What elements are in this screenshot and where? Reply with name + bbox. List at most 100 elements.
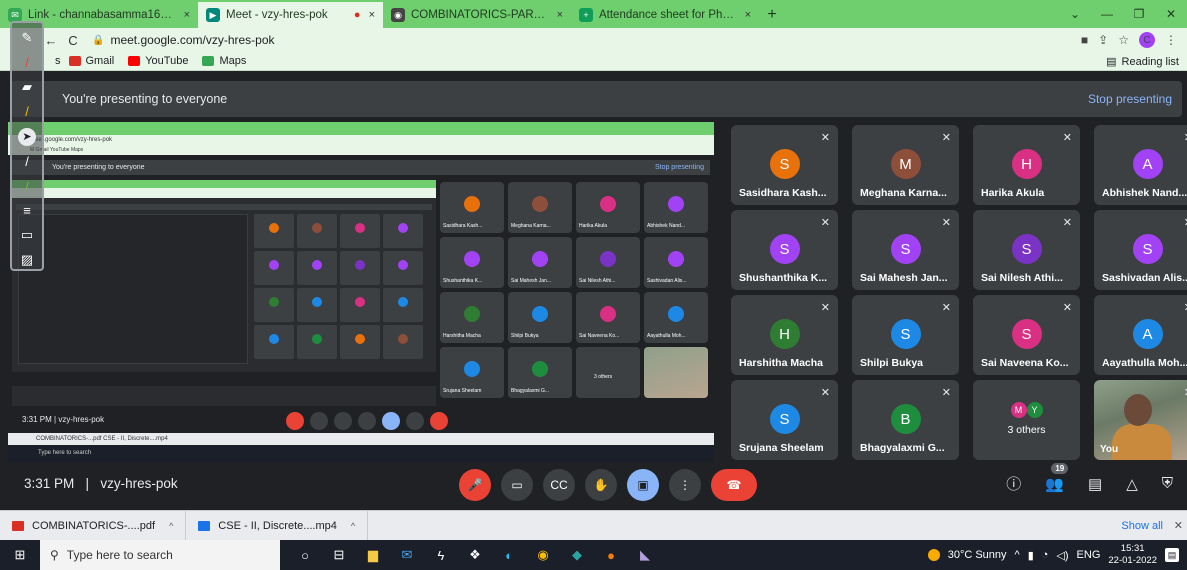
app-icon-purple[interactable]: ◣	[634, 544, 656, 566]
menu-kebab-icon[interactable]: ⋮	[1165, 33, 1177, 47]
participant-tile[interactable]: ✕ S Srujana Sheelam	[731, 380, 838, 460]
tab-meet[interactable]: ▶ Meet - vzy-hres-pok ● ×	[198, 2, 383, 28]
participant-tile[interactable]: ✕ S Shushanthika K...	[731, 210, 838, 290]
dropbox-icon[interactable]: ❖	[464, 544, 486, 566]
bookmark-gmail[interactable]: Gmail	[68, 55, 114, 67]
download-item-pdf[interactable]: COMBINATORICS-....pdf ^	[0, 510, 187, 541]
windows-start-icon[interactable]: ⊞	[0, 540, 40, 570]
tab-search-icon[interactable]: ⌄	[1059, 0, 1091, 28]
clock[interactable]: 15:31 22-01-2022	[1108, 543, 1157, 567]
lightning-app-icon[interactable]: ϟ	[430, 544, 452, 566]
edge-icon[interactable]: ◐	[498, 544, 520, 566]
highlighter-icon[interactable]: /	[16, 103, 38, 121]
participant-tile[interactable]: ✕ H Harika Akula	[973, 125, 1080, 205]
task-view-icon[interactable]: ⊟	[328, 544, 350, 566]
participant-tile[interactable]: ✕ S Shilpi Bukya	[852, 295, 959, 375]
participant-tile[interactable]: ✕SSashivadan Alis...	[1094, 210, 1187, 290]
notifications-icon[interactable]: ▤	[1165, 548, 1179, 562]
preview-avatar	[464, 251, 480, 267]
pen-icon[interactable]: /	[16, 54, 38, 72]
show-all-downloads-link[interactable]: Show all	[1121, 511, 1163, 541]
mic-off-button[interactable]: 🎤	[459, 469, 491, 501]
reload-icon[interactable]: C	[62, 33, 84, 48]
preview-tile: Sai Mahesh Jan...	[508, 237, 572, 288]
mail-icon[interactable]: ✉	[396, 544, 418, 566]
app-icon-orange[interactable]: ●	[600, 544, 622, 566]
present-screen-button[interactable]: ▣	[627, 469, 659, 501]
tab-combinatorics-pdf[interactable]: ◉ COMBINATORICS-PART-1.pdf ×	[383, 2, 571, 28]
chat-icon[interactable]: ▤	[1088, 475, 1102, 493]
participant-tile[interactable]: ✕ H Harshitha Macha	[731, 295, 838, 375]
participant-tile[interactable]: ✕ B Bhagyalaxmi G...	[852, 380, 959, 460]
tab-close-icon[interactable]: ×	[745, 9, 751, 21]
new-tab-button[interactable]: +	[759, 2, 785, 28]
eraser-icon[interactable]: ▰	[16, 78, 38, 96]
participant-tile[interactable]: ✕ S Sasidhara Kash...	[731, 125, 838, 205]
nested-tile	[254, 288, 294, 322]
tab-attendance-sheet[interactable]: + Attendance sheet for Phase-3 - C ×	[571, 2, 759, 28]
volume-icon[interactable]: ◁)	[1056, 549, 1068, 562]
reading-list-button[interactable]: ▤ Reading list	[1106, 52, 1179, 71]
chrome-icon[interactable]: ◉	[532, 544, 554, 566]
activities-icon[interactable]: △	[1126, 475, 1138, 493]
whiteboard-icon[interactable]: ✎	[16, 29, 38, 47]
tray-chevron-icon[interactable]: ^	[1015, 549, 1020, 561]
tab-close-icon[interactable]: ×	[369, 9, 375, 21]
tab-close-icon[interactable]: ×	[184, 9, 190, 21]
profile-avatar[interactable]: C	[1139, 32, 1155, 48]
muted-mic-icon: ✕	[820, 302, 830, 314]
file-explorer-icon[interactable]: ▆	[362, 544, 384, 566]
others-tile[interactable]: MY 3 others	[973, 380, 1080, 460]
host-controls-icon[interactable]: ⛨	[1162, 475, 1173, 492]
bookmark-star-icon[interactable]: ☆	[1118, 33, 1129, 47]
marker-icon[interactable]: /	[16, 177, 38, 195]
lines-icon[interactable]: ≡	[16, 202, 38, 220]
close-download-bar-icon[interactable]: ✕	[1174, 511, 1183, 541]
clear-icon[interactable]: ▨	[16, 251, 38, 269]
chevron-up-icon[interactable]: ^	[351, 521, 355, 531]
people-icon[interactable]: 👥 19	[1045, 462, 1069, 493]
app-icon-teal[interactable]: ◆	[566, 544, 588, 566]
screen-icon[interactable]: ▭	[16, 227, 38, 245]
bookmarks-bar: s Gmail YouTube Maps ▤ Reading list	[0, 52, 1187, 71]
meeting-details-icon[interactable]: ⓘ	[1006, 473, 1021, 494]
stop-presenting-button[interactable]: Stop presenting	[1088, 92, 1172, 106]
bookmark-youtube[interactable]: YouTube	[128, 55, 188, 67]
pointer-icon[interactable]: ➤	[18, 127, 36, 146]
captions-button[interactable]: CC	[543, 469, 575, 501]
bookmark-maps[interactable]: Maps	[202, 55, 246, 67]
participant-tile[interactable]: ✕AAayathulla Moh...	[1094, 295, 1187, 375]
weather-text[interactable]: 30°C Sunny	[948, 549, 1007, 561]
preview-banner: You're presenting to everyone Stop prese…	[12, 160, 710, 175]
participant-name: Sai Nilesh Athi...	[981, 272, 1063, 284]
camera-button[interactable]: ▭	[501, 469, 533, 501]
laser-icon[interactable]: /	[16, 153, 38, 171]
preview-present-icon	[382, 412, 400, 430]
download-item-mp4[interactable]: CSE - II, Discrete....mp4 ^	[186, 510, 369, 541]
camera-indicator-icon[interactable]: ■	[1081, 33, 1088, 47]
tab-close-icon[interactable]: ×	[557, 9, 563, 21]
apps-bookmark-fragment[interactable]: s	[55, 55, 61, 67]
nested-tile	[254, 214, 294, 248]
wifi-icon[interactable]: ◔	[1042, 549, 1049, 561]
taskbar-search[interactable]: ⚲ Type here to search	[40, 540, 280, 570]
omnibox[interactable]: 🔒 meet.google.com/vzy-hres-pok	[92, 33, 1073, 47]
raise-hand-button[interactable]: ✋	[585, 469, 617, 501]
language-indicator[interactable]: ENG	[1077, 549, 1101, 561]
chevron-up-icon[interactable]: ^	[169, 521, 173, 531]
close-window-button[interactable]: ✕	[1155, 0, 1187, 28]
self-view-tile[interactable]: ✕You	[1094, 380, 1187, 460]
participant-tile[interactable]: ✕ M Meghana Karna...	[852, 125, 959, 205]
more-options-button[interactable]: ⋮	[669, 469, 701, 501]
participant-tile[interactable]: ✕ S Sai Mahesh Jan...	[852, 210, 959, 290]
cortana-icon[interactable]: ○	[294, 544, 316, 566]
restore-button[interactable]: ❐	[1123, 0, 1155, 28]
participant-tile[interactable]: ✕AAbhishek Nand...	[1094, 125, 1187, 205]
participant-tile[interactable]: ✕ S Sai Nilesh Athi...	[973, 210, 1080, 290]
share-icon[interactable]: ⇪	[1098, 33, 1108, 47]
participant-tile[interactable]: ✕ S Sai Naveena Ko...	[973, 295, 1080, 375]
end-call-button[interactable]: ☎	[711, 469, 757, 501]
battery-icon[interactable]: ▮	[1028, 549, 1034, 562]
minimize-button[interactable]: —	[1091, 0, 1123, 28]
preview-avatar	[600, 196, 616, 212]
